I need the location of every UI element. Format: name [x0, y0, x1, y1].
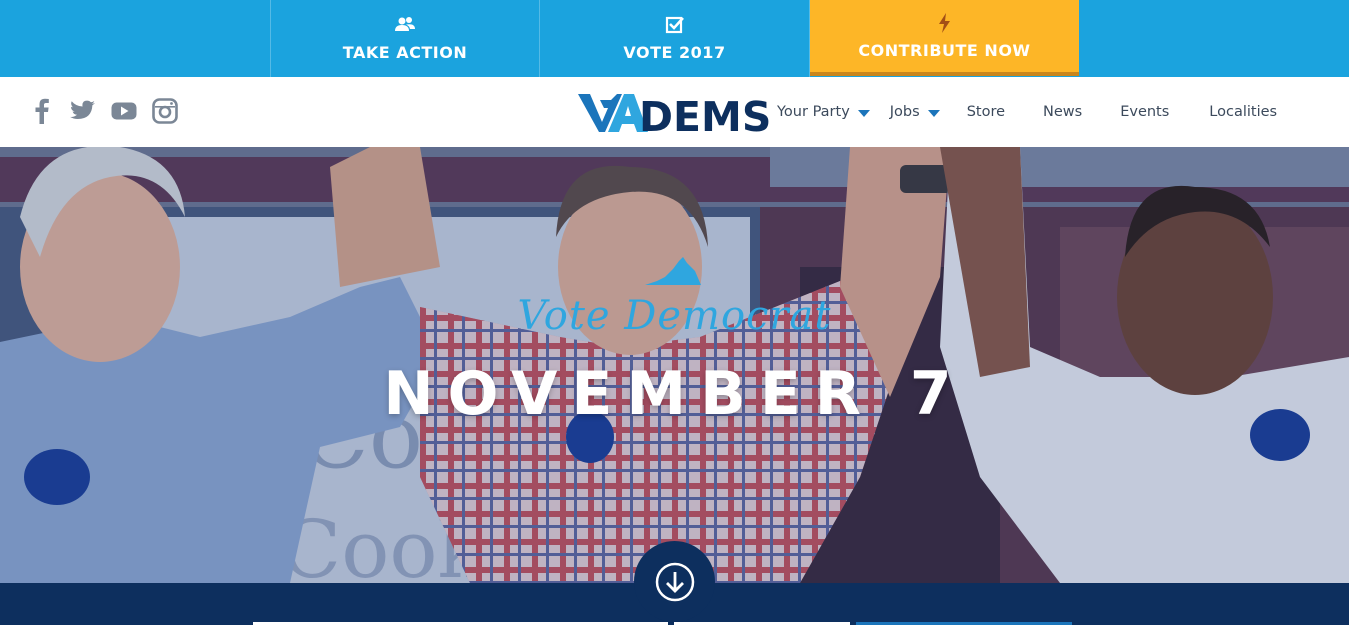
nav-item-jobs[interactable]: Jobs: [890, 104, 940, 120]
instagram-icon: [151, 98, 178, 124]
take-action-label: TAKE ACTION: [342, 43, 468, 62]
youtube-icon: [111, 102, 136, 120]
social-links: [28, 97, 178, 125]
nav-item-localities[interactable]: Localities: [1209, 104, 1277, 120]
youtube-link[interactable]: [110, 97, 137, 125]
virginia-state-icon: [645, 257, 701, 285]
lightning-icon: [938, 12, 950, 33]
main-navbar: DEMS Your Party Jobs Store News Events L…: [0, 77, 1349, 147]
twitter-icon: [69, 100, 95, 119]
logo-text-dems: DEMS: [639, 93, 770, 135]
primary-menu: Your Party Jobs Store News Events Locali…: [777, 101, 1277, 123]
nav-item-label: Events: [1120, 104, 1170, 120]
nav-item-label: Your Party: [777, 104, 850, 120]
take-action-button[interactable]: TAKE ACTION: [270, 0, 540, 77]
arrow-down-circle-icon: [655, 562, 694, 601]
election-date-headline: NOVEMBER 7: [383, 359, 966, 429]
facebook-link[interactable]: [28, 97, 55, 125]
nav-item-store[interactable]: Store: [967, 104, 1005, 120]
chevron-down-icon: [857, 109, 870, 117]
chevron-down-icon: [927, 109, 940, 117]
vote-democrat-tagline: Vote Democrat: [517, 293, 832, 339]
nav-item-label: Localities: [1209, 104, 1278, 120]
vote-2017-button[interactable]: VOTE 2017: [540, 0, 810, 77]
contribute-now-label: CONTRIBUTE NOW: [858, 40, 1031, 60]
scroll-down-button[interactable]: [634, 541, 715, 622]
users-icon: [395, 17, 415, 31]
nav-item-label: Jobs: [889, 104, 920, 120]
instagram-link[interactable]: [151, 97, 178, 125]
hero-banner: Coo Cook Vote Democrat NOVEMBER 7: [0, 147, 1349, 583]
contribute-now-button[interactable]: CONTRIBUTE NOW: [810, 0, 1079, 76]
top-action-bar: TAKE ACTION VOTE 2017 CONTRIBUTE NOW: [0, 0, 1349, 77]
checkbox-icon: [665, 16, 684, 34]
facebook-icon: [35, 98, 49, 124]
twitter-link[interactable]: [69, 97, 96, 125]
nav-item-label: News: [1043, 104, 1083, 120]
nav-item-your-party[interactable]: Your Party: [777, 104, 870, 120]
vadems-logo[interactable]: DEMS: [578, 91, 771, 141]
vote-2017-label: VOTE 2017: [623, 43, 726, 62]
nav-item-news[interactable]: News: [1043, 104, 1082, 120]
vadems-logo-mark: DEMS: [578, 93, 771, 141]
nav-item-label: Store: [966, 104, 1006, 120]
nav-item-events[interactable]: Events: [1120, 104, 1169, 120]
